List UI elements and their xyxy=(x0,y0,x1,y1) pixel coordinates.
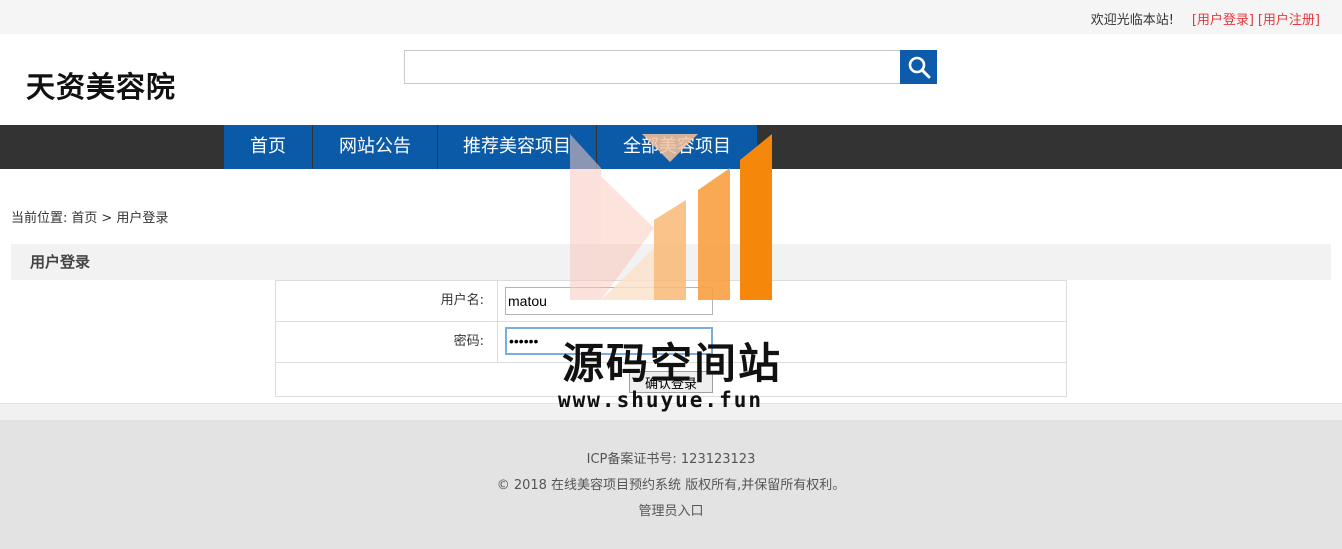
username-row: 用户名: xyxy=(276,281,1066,322)
search-icon xyxy=(908,56,930,79)
search-input[interactable] xyxy=(404,50,901,84)
watermark-url: www.shuyue.fun xyxy=(558,388,764,412)
username-field[interactable] xyxy=(505,287,713,315)
breadcrumb: 当前位置: 首页 > 用户登录 xyxy=(11,207,172,226)
password-label: 密码: xyxy=(276,322,498,362)
breadcrumb-prefix: 当前位置: xyxy=(11,211,68,226)
username-label: 用户名: xyxy=(276,281,498,321)
breadcrumb-current: 用户登录 xyxy=(116,211,169,226)
nav-all-items[interactable]: 全部美容项目 xyxy=(597,125,757,169)
user-login-link[interactable]: [用户登录] xyxy=(1192,9,1254,28)
icp-text: ICP备案证书号: 123123123 xyxy=(586,452,756,467)
breadcrumb-separator: > xyxy=(101,211,113,226)
user-register-link[interactable]: [用户注册] xyxy=(1258,9,1320,28)
nav-announcements[interactable]: 网站公告 xyxy=(313,125,437,169)
admin-entry-link[interactable]: 管理员入口 xyxy=(0,500,1342,519)
section-title: 用户登录 xyxy=(11,244,1331,280)
nav-home[interactable]: 首页 xyxy=(224,125,312,169)
main-nav: 首页 网站公告 推荐美容项目 全部美容项目 xyxy=(0,125,1342,169)
copyright-text: © 2018 在线美容项目预约系统 版权所有,并保留所有权利。 xyxy=(496,478,846,493)
site-logo[interactable]: 天资美容院 xyxy=(26,64,176,106)
watermark-title: 源码空间站 xyxy=(562,339,783,388)
nav-recommended-items[interactable]: 推荐美容项目 xyxy=(438,125,596,169)
top-bar: 欢迎光临本站! [用户登录] [用户注册] xyxy=(0,0,1342,34)
welcome-text: 欢迎光临本站! xyxy=(1090,13,1174,28)
search-button[interactable] xyxy=(900,50,937,84)
breadcrumb-home[interactable]: 首页 xyxy=(71,211,97,226)
footer: ICP备案证书号: 123123123 © 2018 在线美容项目预约系统 版权… xyxy=(0,420,1342,549)
